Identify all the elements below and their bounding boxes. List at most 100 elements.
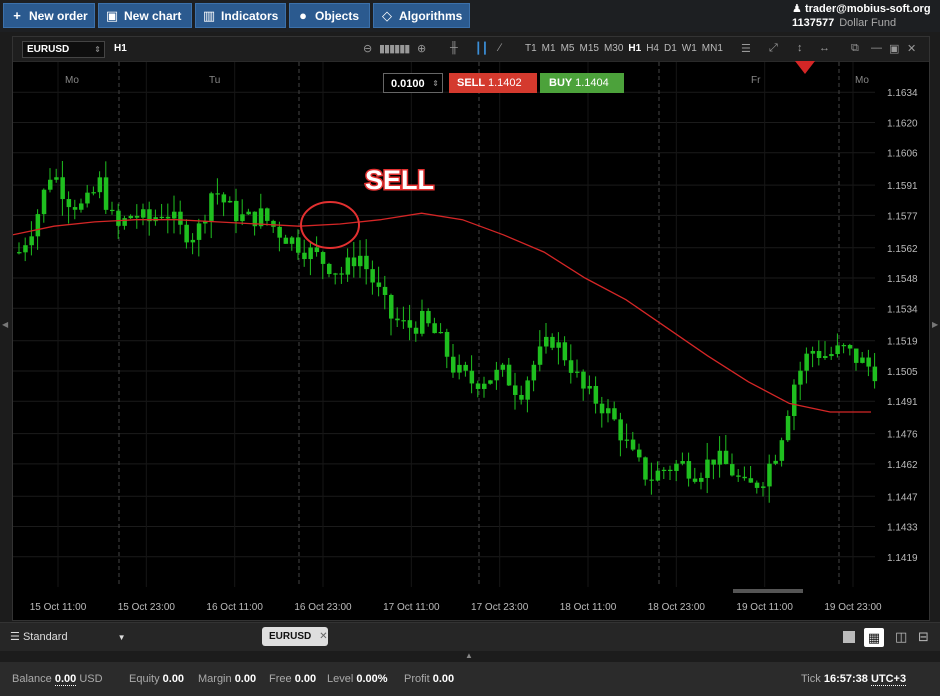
candle-body [54,177,59,180]
candle-body [451,356,456,373]
timezone-select[interactable]: UTC+3 [870,673,907,686]
candle-body [736,475,741,477]
candle-body [103,177,109,210]
chart-tab-eurusd[interactable]: EURUSD ✕ [262,627,328,646]
time-tick: 19 Oct 11:00 [736,602,793,613]
layout-rows-icon[interactable]: ⊟ [918,629,929,645]
time-tick: 15 Oct 23:00 [118,602,176,613]
time-axis: 15 Oct 11:00 15 Oct 23:00 16 Oct 11:00 16 O… [30,602,882,613]
candle-body [234,200,239,222]
candle-body [382,286,388,295]
candle-body [482,383,487,389]
day-label: Mo [855,75,869,86]
price-chart[interactable]: 1.1634 1.1620 1.1606 1.1591 1.1577 1.1562 1.15… [13,37,929,620]
day-label: Mo [65,75,79,86]
margin-level: Level 0.00% [327,673,388,685]
layout-single-icon[interactable] [843,631,855,643]
price-tick: 1.1505 [887,367,918,378]
horizontal-scrollbar[interactable] [733,589,803,593]
right-collapse-icon[interactable]: ▶ [932,320,938,329]
price-tick: 1.1577 [887,211,918,222]
layout-preset-select[interactable]: ☰ Standard ▼ [10,630,126,643]
candle-body [407,320,413,328]
candle-body [711,459,716,465]
plot-area [13,62,875,587]
candle-body [420,310,425,334]
candle-body [358,255,363,267]
candle-body [686,461,692,479]
candle-body [506,364,512,386]
candle-body [630,439,636,450]
candle-body [444,331,450,357]
objects-button[interactable]: ● Objects [289,3,370,28]
candle-body [277,226,282,238]
candle-body [345,257,351,275]
candle-body [221,194,227,203]
candle-body [469,370,475,384]
layout-columns-icon[interactable]: ◫ [895,629,907,645]
candle-body [804,353,809,371]
candle-body [835,345,840,355]
margin: Margin 0.00 [198,673,257,685]
close-tab-icon[interactable]: ✕ [319,631,327,642]
time-tick: 18 Oct 11:00 [560,602,617,613]
expand-panel-icon[interactable]: ▲ [465,651,473,660]
candle-body [599,403,605,414]
new-order-button[interactable]: + New order [3,3,95,28]
candle-body [568,360,574,373]
time-tick: 15 Oct 11:00 [30,602,87,613]
candle-body [327,263,332,275]
candle-body [401,320,406,322]
price-tick: 1.1606 [887,149,918,160]
candle-body [847,345,853,349]
algorithms-button[interactable]: ◇ Algorithms [373,3,470,28]
price-tick: 1.1562 [887,244,918,255]
layout-grid-icon[interactable]: ▦ [864,628,884,647]
candle-body [351,257,357,267]
candle-body [587,386,592,389]
status-bar: Balance 0.00 USD Equity 0.00 Margin 0.00… [0,662,940,696]
quantity-input[interactable]: 0.0100 ⇕ [383,73,443,93]
candle-body [643,457,648,480]
new-chart-button[interactable]: ▣ New chart [98,3,192,28]
candle-body [866,357,871,367]
candle-body [283,237,289,244]
candle-body [209,193,214,221]
candle-body [785,415,791,441]
candle-body [668,469,673,472]
account-info[interactable]: ♟ trader@mobius-soft.org 1137577 Dollar F… [792,1,936,31]
candle-body [550,336,555,348]
candle-body [227,200,233,203]
user-icon: ♟ [792,3,802,15]
candle-body [196,223,202,240]
indicators-button[interactable]: ▥ Indicators [195,3,286,28]
candle-body [525,380,530,400]
candle-body [717,450,723,465]
candle-body [426,310,431,324]
candle-body [463,364,468,371]
account-user: trader@mobius-soft.org [804,3,931,15]
candle-body [810,350,816,354]
candle-body [829,354,834,357]
buy-button[interactable]: BUY 1.1404 [540,73,624,93]
candle-body [116,210,121,226]
sell-button[interactable]: SELL 1.1402 [449,73,537,93]
top-toolbar: + New order ▣ New chart ▥ Indicators ● Objec… [0,0,940,32]
price-tick: 1.1447 [887,492,918,503]
price-tick: 1.1419 [887,553,918,564]
plus-icon: + [13,7,21,23]
price-tick: 1.1519 [887,337,918,348]
candle-body [649,479,654,481]
free-margin: Free 0.00 [269,673,317,685]
left-collapse-icon[interactable]: ◀ [2,320,8,329]
candle-body [575,371,580,373]
candle-body [364,255,369,270]
candle-body [271,220,276,227]
time-tick: 16 Oct 23:00 [294,602,352,613]
chart-icon: ▣ [105,7,119,23]
chevron-down-icon: ▼ [117,633,126,642]
candle-body [531,364,537,381]
candle-body [854,348,859,363]
candle-body [618,419,623,441]
candle-body [308,247,313,260]
